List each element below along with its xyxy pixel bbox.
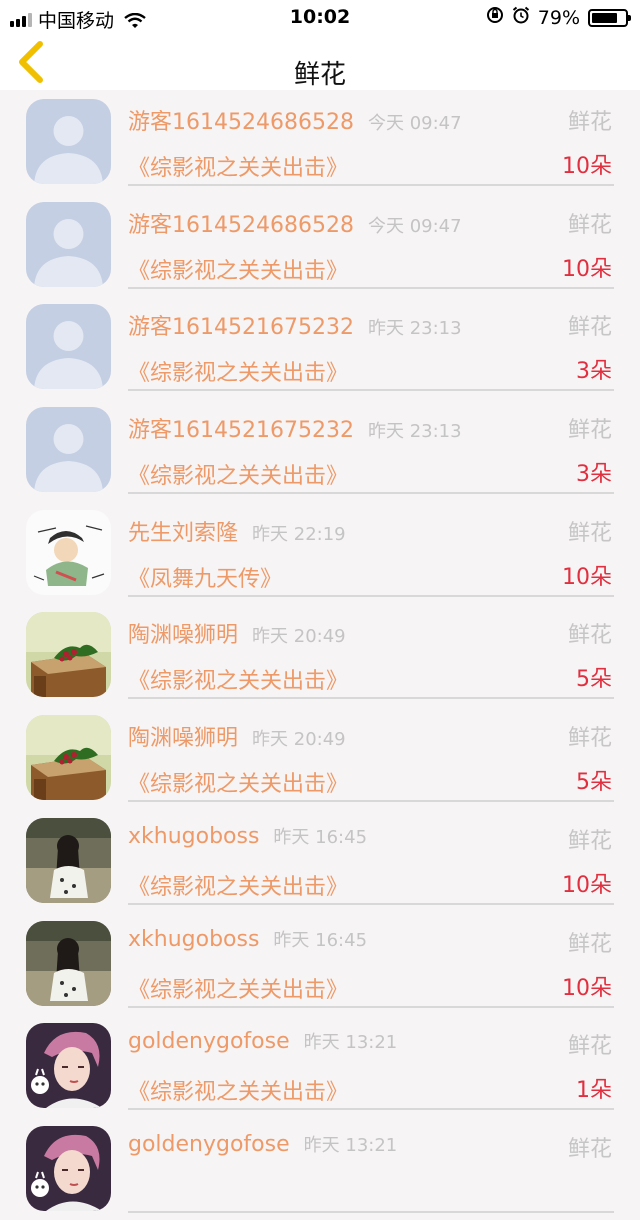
list-item[interactable]: goldenygofose 昨天 13:21 鲜花《综影视之关关出击》 1朵 [0,1014,640,1117]
avatar[interactable] [26,612,111,698]
timestamp: 昨天 16:45 [273,929,368,951]
divider [128,800,614,803]
book-title-link[interactable]: 《综影视之关关出击》 [128,869,348,901]
avatar[interactable] [26,509,111,595]
avatar[interactable] [26,407,111,493]
divider [128,594,614,597]
flower-count: 3朵 [576,359,612,385]
list-item[interactable]: 游客1614524686528 今天 09:47 鲜花《综影视之关关出击》 10朵 [0,193,640,296]
user-name: 先生刘索隆 [128,520,239,546]
book-title-link[interactable]: 《综影视之关关出击》 [128,663,348,695]
gift-type-label: 鲜花 [567,418,612,444]
flower-count: 1朵 [576,1078,612,1104]
timestamp: 昨天 13:21 [303,1032,398,1054]
status-bar: 中国移动 10:02 79% [0,0,640,34]
divider [128,286,614,289]
battery-fill [592,12,618,23]
flower-count: 10朵 [562,975,612,1001]
avatar[interactable] [26,201,111,287]
gift-record-list[interactable]: 游客1614524686528 今天 09:47 鲜花 《综影视之关关出击》 10朵 游客… [0,90,640,1220]
avatar[interactable] [26,817,111,903]
timestamp: 今天 09:47 [367,113,462,134]
flower-count: 10朵 [562,872,612,898]
gift-type-label: 鲜花 [567,1136,612,1162]
flower-count: 10朵 [562,256,612,282]
timestamp: 昨天 16:45 [273,826,368,848]
book-title-link[interactable]: 《综影视之关关出击》 [128,972,348,1004]
book-title-link[interactable]: 《综影视之关关出击》 [128,253,348,285]
battery-icon [588,8,631,27]
user-name: 陶渊噪狮明 [128,623,239,649]
page-title: 鲜花 [293,60,346,90]
divider [128,1108,614,1111]
avatar[interactable] [26,715,111,801]
user-name: xkhugoboss [128,823,260,849]
nav-bar: 鲜花 [0,34,640,90]
divider [128,902,614,905]
book-title-link[interactable]: 《综影视之关关出击》 [128,766,348,798]
divider [128,184,614,186]
timestamp: 昨天 13:21 [303,1134,398,1156]
user-name: 游客1614521675232 [128,315,354,341]
gift-type-label: 鲜花 [567,315,612,341]
user-name: 游客1614521675232 [128,418,354,444]
list-item[interactable]: 游客1614521675232 昨天 23:13 鲜花《综影视之关关出击》 3朵 [0,295,640,398]
list-item[interactable]: xkhugoboss 昨天 16:45 鲜花《综影视之关关出击》 10朵 [0,912,640,1015]
gift-type-label: 鲜花 [567,726,612,752]
avatar[interactable] [26,304,111,390]
avatar[interactable] [26,920,111,1006]
user-name: 游客1614524686528 [128,212,354,238]
divider [128,697,614,700]
list-item[interactable]: xkhugoboss 昨天 16:45 鲜花《综影视之关关出击》 10朵 [0,809,640,912]
divider [128,492,614,495]
battery-percent: 79% [537,6,580,29]
book-title-link[interactable]: 《综影视之关关出击》 [128,150,348,182]
user-name: 游客1614524686528 [128,110,354,135]
flower-count: 5朵 [576,667,612,693]
flower-count: 10朵 [562,154,612,179]
divider [128,389,614,392]
timestamp: 昨天 20:49 [252,626,346,648]
flower-count: 3朵 [576,462,612,488]
user-name: goldenygofose [128,1131,290,1157]
timestamp: 昨天 22:19 [252,523,346,545]
list-item[interactable]: 游客1614524686528 今天 09:47 鲜花《综影视之关关出击》 10朵 [0,90,640,193]
user-name: 陶渊噪狮明 [128,726,239,752]
flower-count: 5朵 [576,770,612,796]
list-item[interactable]: 游客1614521675232 昨天 23:13 鲜花《综影视之关关出击》 3朵 [0,398,640,501]
divider [128,1210,614,1213]
book-title-link[interactable]: 《综影视之关关出击》 [128,458,348,490]
list-item[interactable]: 陶渊噪狮明 昨天 20:49 鲜花《综影视之关关出击》 5朵 [0,706,640,809]
alarm-icon [512,6,530,29]
timestamp: 昨天 23:13 [367,421,462,443]
timestamp: 今天 09:47 [367,215,462,237]
avatar[interactable] [26,1023,111,1109]
timestamp: 昨天 20:49 [252,729,346,751]
rotation-lock-icon [486,6,504,29]
gift-type-label: 鲜花 [567,623,612,649]
book-title-link[interactable]: 《综影视之关关出击》 [128,355,348,387]
gift-type-label: 鲜花 [567,110,612,135]
list-item[interactable]: 先生刘索隆 昨天 22:19 鲜花《凤舞九天传》 10朵 [0,501,640,604]
flower-count: 10朵 [562,564,612,590]
divider [128,1005,614,1008]
book-title-link[interactable]: 《凤舞九天传》 [128,561,282,593]
gift-type-label: 鲜花 [567,212,612,238]
book-title-link[interactable]: 《综影视之关关出击》 [128,1074,348,1106]
gift-type-label: 鲜花 [567,931,612,957]
list-item[interactable]: goldenygofose 昨天 13:21 鲜花 [0,1117,640,1220]
gift-type-label: 鲜花 [567,828,612,854]
gift-type-label: 鲜花 [567,1034,612,1060]
list-item[interactable]: 陶渊噪狮明 昨天 20:49 鲜花《综影视之关关出击》 5朵 [0,603,640,706]
user-name: goldenygofose [128,1029,290,1055]
avatar[interactable] [26,99,111,184]
user-name: xkhugoboss [128,926,260,952]
gift-type-label: 鲜花 [567,520,612,546]
timestamp: 昨天 23:13 [367,318,462,340]
